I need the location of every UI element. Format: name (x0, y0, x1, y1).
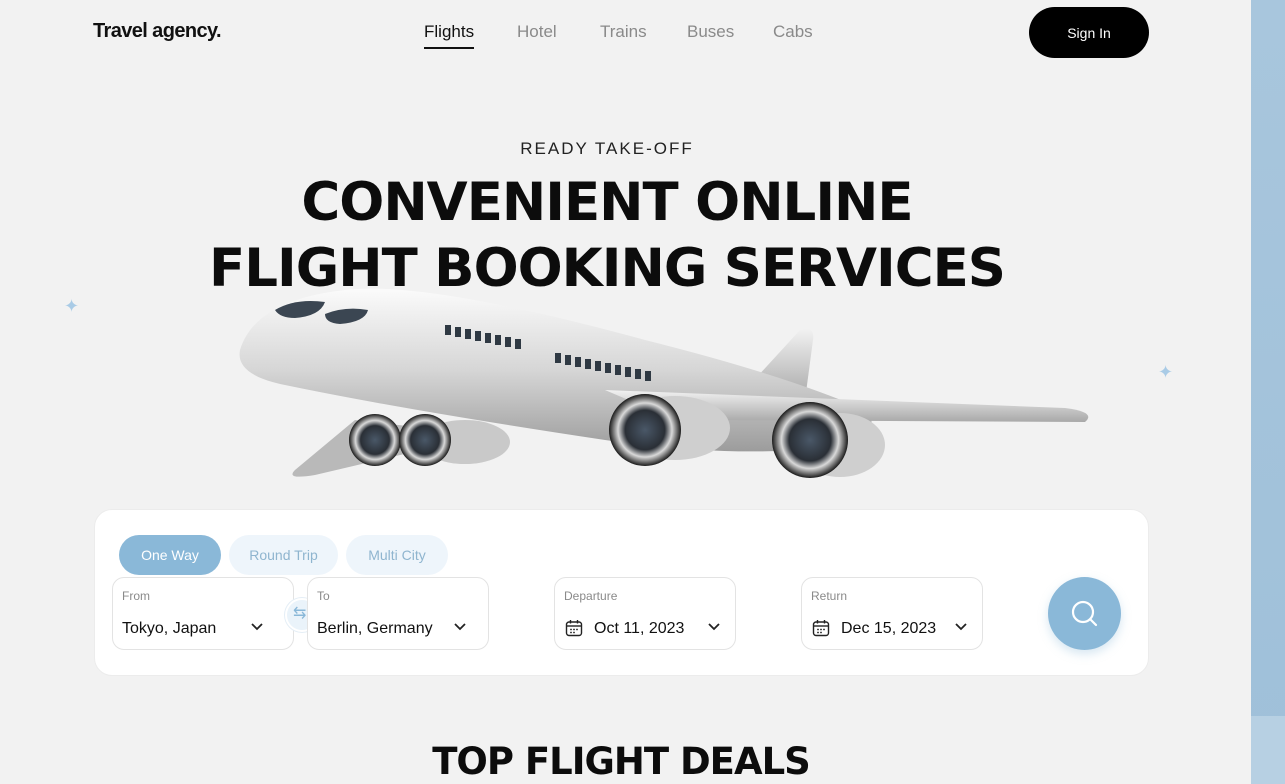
to-field[interactable]: To Berlin, Germany (307, 577, 489, 650)
side-panel-lower (1251, 716, 1285, 784)
sparkle-icon: ✦ (64, 296, 80, 316)
return-field[interactable]: Return Dec 15, 2023 (801, 577, 983, 650)
logo[interactable]: Travel agency. (93, 20, 222, 43)
airplane-illustration (239, 288, 1089, 478)
trip-type-multi-city[interactable]: Multi City (346, 535, 448, 575)
sparkle-icon: ✦ (1158, 362, 1174, 382)
sign-in-button[interactable]: Sign In (1029, 7, 1149, 58)
top-flight-deals-title: TOP FLIGHT DEALS (432, 740, 811, 783)
calendar-icon (565, 620, 583, 637)
chevron-down-icon (955, 623, 967, 631)
departure-label: Departure (564, 589, 618, 603)
nav-cabs[interactable]: Cabs (773, 22, 813, 42)
swap-icon: ⇆ (293, 605, 307, 622)
departure-value: Oct 11, 2023 (594, 620, 685, 637)
chevron-down-icon (454, 623, 466, 631)
page: Travel agency. Flights Hotel Trains Buse… (0, 0, 1251, 784)
search-button[interactable] (1048, 577, 1121, 650)
trip-type-round-trip[interactable]: Round Trip (229, 535, 338, 575)
hero-headline-line-1: CONVENIENT ONLINE (301, 172, 913, 233)
search-icon (1071, 600, 1098, 627)
trip-type-one-way[interactable]: One Way (119, 535, 221, 575)
to-value: Berlin, Germany (317, 620, 433, 637)
from-label: From (122, 589, 150, 603)
nav-trains[interactable]: Trains (600, 22, 647, 42)
hero-eyebrow: READY TAKE-OFF (520, 139, 694, 158)
from-field[interactable]: From Tokyo, Japan (112, 577, 294, 650)
to-label: To (317, 589, 330, 603)
return-value: Dec 15, 2023 (841, 620, 937, 637)
browser-side-panel (1251, 0, 1285, 784)
from-value: Tokyo, Japan (122, 620, 217, 637)
chevron-down-icon (708, 623, 720, 631)
departure-field[interactable]: Departure Oct 11, 2023 (554, 577, 736, 650)
nav-hotel[interactable]: Hotel (517, 22, 557, 42)
nav-buses[interactable]: Buses (687, 22, 734, 42)
calendar-icon (812, 620, 830, 637)
return-label: Return (811, 589, 848, 603)
flight-search-card: One Way Round Trip Multi City From Tokyo… (94, 509, 1149, 676)
chevron-down-icon (251, 623, 263, 631)
nav-flights[interactable]: Flights (424, 22, 475, 49)
